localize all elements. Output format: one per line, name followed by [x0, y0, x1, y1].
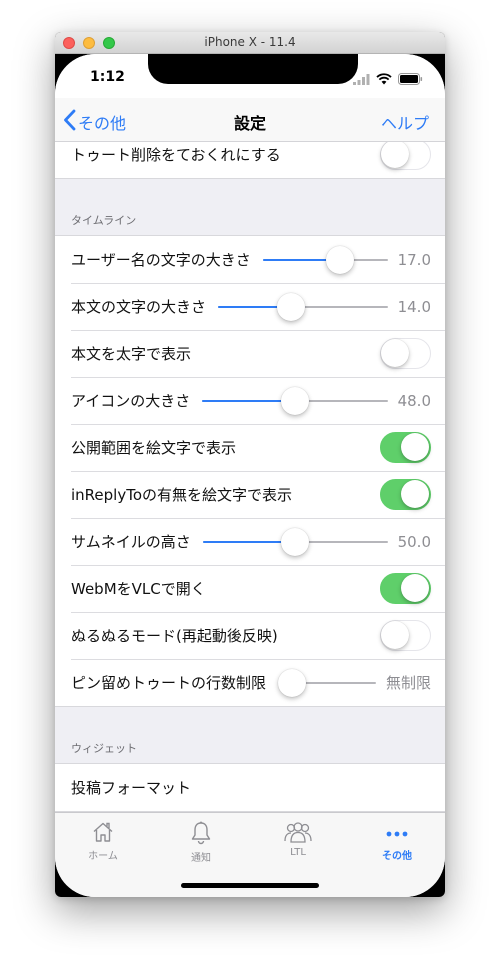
widget-settings-group: 投稿フォーマット: [55, 763, 445, 812]
settings-row: ユーザー名の文字の大きさ 17.0: [55, 236, 445, 283]
slider-group: 17.0: [262, 245, 431, 274]
row-label: WebMをVLCで開く: [71, 580, 206, 598]
help-button[interactable]: ヘルプ: [381, 110, 429, 134]
row-label: ユーザー名の文字の大きさ: [71, 251, 251, 269]
row-label: トゥート削除をておくれにする: [71, 146, 281, 164]
slider-group: 50.0: [202, 527, 431, 556]
notch: [148, 54, 358, 84]
toggle-switch[interactable]: [380, 620, 431, 651]
row-control: 48.0: [201, 386, 431, 415]
toggle-knob: [381, 621, 409, 649]
slider-value: 14.0: [397, 297, 431, 316]
settings-row: 公開範囲を絵文字で表示: [55, 424, 445, 471]
row-control: 17.0: [262, 245, 431, 274]
row-label: アイコンの大きさ: [71, 392, 191, 410]
settings-row: サムネイルの高さ 50.0: [55, 518, 445, 565]
window-titlebar: iPhone X - 11.4: [55, 32, 445, 54]
slider-group: 48.0: [201, 386, 431, 415]
status-time: 1:12: [90, 69, 125, 85]
wifi-icon: [376, 70, 392, 89]
row-control: 50.0: [202, 527, 431, 556]
section-header-timeline: タイムライン: [71, 214, 137, 227]
home-indicator[interactable]: [181, 883, 319, 888]
row-label: ピン留めトゥートの行数制限: [71, 674, 267, 692]
toggle-knob: [401, 480, 429, 508]
tab-home[interactable]: ホーム: [63, 820, 143, 862]
settings-row: WebMをVLCで開く: [55, 565, 445, 612]
bell-icon: [161, 820, 241, 846]
settings-row: トゥート削除をておくれにする: [55, 142, 445, 178]
row-label: inReplyToの有無を絵文字で表示: [71, 486, 293, 504]
settings-content[interactable]: トゥート削除をておくれにする タイムライン ユーザー名の文字の大きさ 17.0 …: [55, 142, 445, 812]
more-icon: [357, 820, 437, 844]
row-control: [380, 620, 431, 651]
toggle-switch[interactable]: [380, 338, 431, 369]
slider-thumb[interactable]: [277, 292, 306, 321]
value-slider[interactable]: [262, 245, 388, 274]
people-icon: [258, 820, 338, 844]
simulator-window: iPhone X - 11.4 1:12 その他 設定 ヘルプ トゥート削除をて…: [55, 32, 445, 897]
tab-notifications[interactable]: 通知: [161, 820, 241, 864]
slider-thumb[interactable]: [325, 245, 354, 274]
tab-more[interactable]: その他: [357, 820, 437, 862]
row-label: 本文の文字の大きさ: [71, 298, 207, 316]
top-settings-group: トゥート削除をておくれにする: [55, 142, 445, 179]
toggle-switch[interactable]: [380, 573, 431, 604]
slider-group: 無制限: [277, 668, 431, 697]
row-control: 14.0: [217, 292, 431, 321]
row-label: 公開範囲を絵文字で表示: [71, 439, 237, 457]
home-icon: [63, 820, 143, 844]
settings-row: ぬるぬるモード(再起動後反映): [55, 612, 445, 659]
battery-icon: [398, 70, 423, 89]
settings-row: アイコンの大きさ 48.0: [55, 377, 445, 424]
value-slider[interactable]: [202, 527, 388, 556]
settings-row: inReplyToの有無を絵文字で表示: [55, 471, 445, 518]
row-control: [380, 338, 431, 369]
row-label: 投稿フォーマット: [71, 779, 192, 797]
row-label: サムネイルの高さ: [71, 533, 191, 551]
toggle-knob: [381, 142, 409, 168]
value-slider[interactable]: [217, 292, 388, 321]
row-label: ぬるぬるモード(再起動後反映): [71, 627, 278, 645]
value-slider[interactable]: [277, 668, 376, 697]
toggle-switch[interactable]: [380, 432, 431, 463]
row-label: 本文を太字で表示: [71, 345, 192, 363]
navigation-bar: その他 設定 ヘルプ: [55, 98, 445, 142]
slider-value: 無制限: [385, 674, 431, 692]
slider-thumb[interactable]: [280, 386, 309, 415]
settings-row: 本文を太字で表示: [55, 330, 445, 377]
toggle-switch[interactable]: [380, 142, 431, 170]
toggle-knob: [381, 339, 409, 367]
toggle-knob: [401, 574, 429, 602]
tab-label: 通知: [191, 853, 211, 864]
tab-label: LTL: [290, 847, 306, 858]
row-control: [380, 573, 431, 604]
status-icons: [353, 70, 423, 89]
row-control: [380, 142, 431, 170]
settings-row[interactable]: 投稿フォーマット: [55, 764, 445, 811]
tab-ltl[interactable]: LTL: [258, 820, 338, 858]
toggle-switch[interactable]: [380, 479, 431, 510]
slider-group: 14.0: [217, 292, 431, 321]
timeline-settings-group: ユーザー名の文字の大きさ 17.0 本文の文字の大きさ 14.0 本文を太字で表…: [55, 235, 445, 707]
window-title: iPhone X - 11.4: [204, 35, 296, 49]
tab-label: ホーム: [88, 851, 118, 862]
phone-screen: 1:12 その他 設定 ヘルプ トゥート削除をておくれにする タイムライン ユー…: [55, 54, 445, 897]
slider-thumb[interactable]: [281, 527, 310, 556]
tab-label: その他: [382, 851, 412, 862]
settings-row: 本文の文字の大きさ 14.0: [55, 283, 445, 330]
value-slider[interactable]: [201, 386, 388, 415]
slider-thumb[interactable]: [277, 668, 306, 697]
slider-value: 48.0: [397, 391, 431, 410]
slider-value: 17.0: [397, 250, 431, 269]
row-control: [380, 479, 431, 510]
settings-row: ピン留めトゥートの行数制限 無制限: [55, 659, 445, 706]
row-control: [380, 432, 431, 463]
row-control: 無制限: [277, 668, 431, 697]
slider-value: 50.0: [397, 532, 431, 551]
toggle-knob: [401, 433, 429, 461]
section-header-widget: ウィジェット: [71, 742, 137, 755]
